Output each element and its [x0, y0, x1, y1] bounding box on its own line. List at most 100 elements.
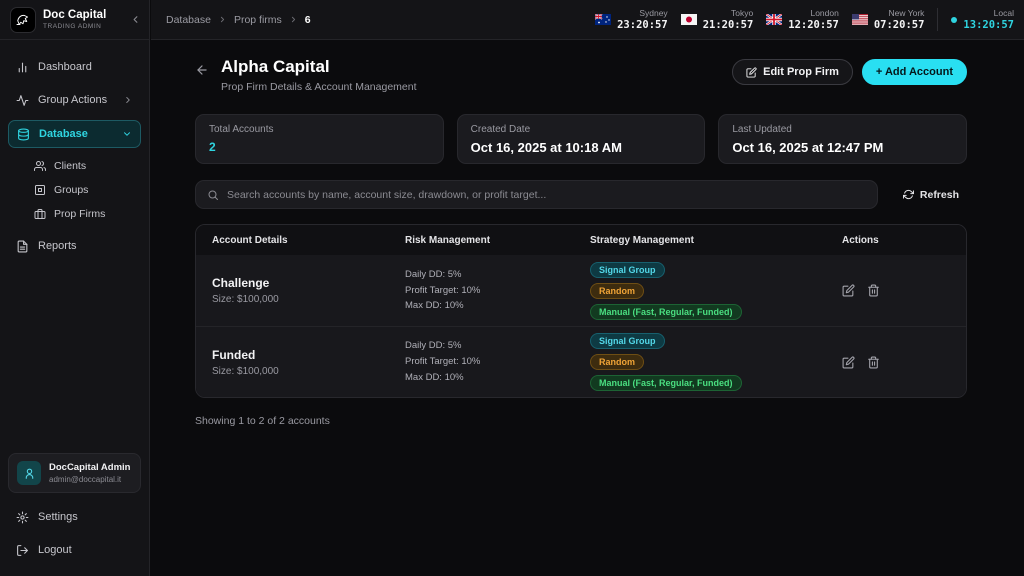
column-header-risk-management: Risk Management	[405, 234, 491, 246]
stat-label: Created Date	[470, 124, 531, 135]
sidebar-item-reports[interactable]: Reports	[8, 233, 141, 259]
sidebar-item-prop-firms[interactable]: Prop Firms	[26, 203, 141, 225]
breadcrumb-database[interactable]: Database	[166, 14, 211, 26]
chevron-right-icon	[123, 95, 133, 105]
refresh-label: Refresh	[919, 188, 959, 201]
sidebar: Doc Capital TRADING ADMIN Dashboard Grou…	[0, 0, 150, 576]
settings-button[interactable]: Settings	[8, 505, 141, 529]
brand-name: Doc Capital	[43, 9, 107, 22]
stat-card-total-accounts: Total Accounts 2	[195, 114, 444, 164]
search-row: Refresh	[195, 180, 967, 209]
refresh-button[interactable]: Refresh	[895, 184, 967, 206]
risk-max-dd: Max DD: 10%	[405, 371, 464, 383]
back-arrow-icon[interactable]	[195, 63, 209, 77]
stat-value: Oct 16, 2025 at 12:47 PM	[732, 140, 884, 155]
clock-time: 07:20:57	[873, 18, 925, 31]
clock-city: Tokyo	[731, 7, 754, 18]
breadcrumb-current: 6	[304, 13, 311, 26]
collapse-sidebar-icon[interactable]	[130, 14, 141, 25]
clock-tokyo: Tokyo 21:20:57	[680, 7, 754, 31]
users-icon	[34, 160, 46, 172]
table-row: Funded Size: $100,000 Daily DD: 5% Profi…	[196, 326, 966, 397]
stat-cards: Total Accounts 2 Created Date Oct 16, 20…	[195, 114, 967, 164]
sidebar-item-group-actions[interactable]: Group Actions	[8, 87, 141, 113]
breadcrumb: Database Prop firms 6	[166, 14, 311, 26]
stat-value: Oct 16, 2025 at 10:18 AM	[470, 140, 622, 155]
grid-icon	[34, 184, 46, 196]
stat-value: 2	[209, 140, 216, 154]
risk-profit-target: Profit Target: 10%	[405, 356, 481, 368]
local-dot-icon	[951, 16, 958, 23]
clock-time: 12:20:57	[788, 18, 839, 31]
risk-daily-dd: Daily DD: 5%	[405, 268, 462, 280]
main-content: Alpha Capital Prop Firm Details & Accoun…	[151, 40, 1024, 576]
sidebar-nav: Dashboard Group Actions Database Clients…	[0, 40, 149, 266]
table-header: Account Details Risk Management Strategy…	[196, 225, 966, 255]
sidebar-item-label: Clients	[54, 160, 87, 172]
edit-account-icon[interactable]	[842, 355, 855, 369]
account-name: Funded	[212, 347, 256, 362]
uk-flag-icon	[766, 14, 783, 25]
logout-icon	[16, 544, 29, 557]
sidebar-item-label: Groups	[54, 184, 89, 196]
bar-chart-icon	[16, 61, 29, 74]
clock-city: London	[810, 7, 839, 18]
accounts-table: Account Details Risk Management Strategy…	[195, 224, 967, 398]
page-subtitle: Prop Firm Details & Account Management	[221, 81, 417, 93]
sidebar-item-label: Reports	[38, 240, 77, 252]
chevron-right-icon	[289, 15, 298, 24]
header-actions: Edit Prop Firm + Add Account	[732, 59, 967, 85]
sidebar-bottom: DocCapital Admin admin@doccapital.it Set…	[0, 445, 149, 576]
settings-label: Settings	[38, 511, 78, 523]
edit-pencil-icon	[746, 66, 757, 78]
gear-icon	[16, 511, 29, 524]
clock-new-york: New York 07:20:57	[851, 7, 925, 31]
search-input[interactable]	[227, 188, 866, 201]
badge-signal-group: Signal Group	[590, 261, 665, 278]
account-name: Challenge	[212, 276, 270, 290]
risk-max-dd: Max DD: 10%	[405, 300, 464, 312]
australia-flag-icon	[595, 14, 612, 25]
clock-london: London 12:20:57	[766, 8, 839, 31]
clock-time: 21:20:57	[702, 18, 754, 31]
edit-account-icon[interactable]	[842, 284, 855, 297]
risk-daily-dd: Daily DD: 5%	[405, 340, 462, 352]
column-header-strategy-management: Strategy Management	[590, 234, 694, 246]
user-avatar-icon	[17, 461, 41, 485]
clock-city: New York	[888, 7, 925, 18]
user-email: admin@doccapital.it	[49, 474, 122, 484]
user-name: DocCapital Admin	[49, 462, 131, 474]
chevron-down-icon	[122, 129, 132, 139]
edit-prop-firm-button[interactable]: Edit Prop Firm	[732, 59, 853, 85]
database-icon	[17, 128, 30, 141]
page-header: Alpha Capital Prop Firm Details & Accoun…	[195, 57, 967, 93]
sidebar-item-groups[interactable]: Groups	[26, 179, 141, 201]
sidebar-item-dashboard[interactable]: Dashboard	[8, 54, 141, 80]
badge-random: Random	[590, 354, 644, 370]
sidebar-item-database[interactable]: Database	[8, 120, 141, 148]
sidebar-item-label: Prop Firms	[54, 208, 106, 220]
logout-button[interactable]: Logout	[8, 538, 141, 562]
stat-label: Last Updated	[732, 124, 792, 135]
breadcrumb-prop-firms[interactable]: Prop firms	[234, 14, 282, 26]
account-size: Size: $100,000	[212, 365, 279, 377]
us-flag-icon	[851, 14, 868, 25]
add-account-button[interactable]: + Add Account	[861, 59, 967, 85]
logout-label: Logout	[38, 544, 72, 556]
table-row: Challenge Size: $100,000 Daily DD: 5% Pr…	[196, 255, 966, 326]
delete-account-icon[interactable]	[867, 356, 880, 369]
search-icon	[207, 189, 219, 201]
clock-time: 13:20:57	[963, 18, 1014, 31]
badge-manual: Manual (Fast, Regular, Funded)	[590, 375, 742, 391]
database-subnav: Clients Groups Prop Firms	[8, 155, 141, 227]
delete-account-icon[interactable]	[867, 284, 880, 297]
topbar: Database Prop firms 6 Sydney 23:20:57 Tok…	[151, 0, 1024, 40]
user-card[interactable]: DocCapital Admin admin@doccapital.it	[8, 453, 141, 493]
sidebar-item-clients[interactable]: Clients	[26, 155, 141, 177]
clock-local: Local 13:20:57	[937, 7, 1014, 32]
clock-city: Sydney	[639, 7, 668, 18]
clock-city: Local	[993, 7, 1014, 18]
badge-signal-group: Signal Group	[590, 333, 665, 349]
doc-capital-logo-icon	[10, 6, 36, 33]
sidebar-item-label: Group Actions	[38, 94, 108, 106]
